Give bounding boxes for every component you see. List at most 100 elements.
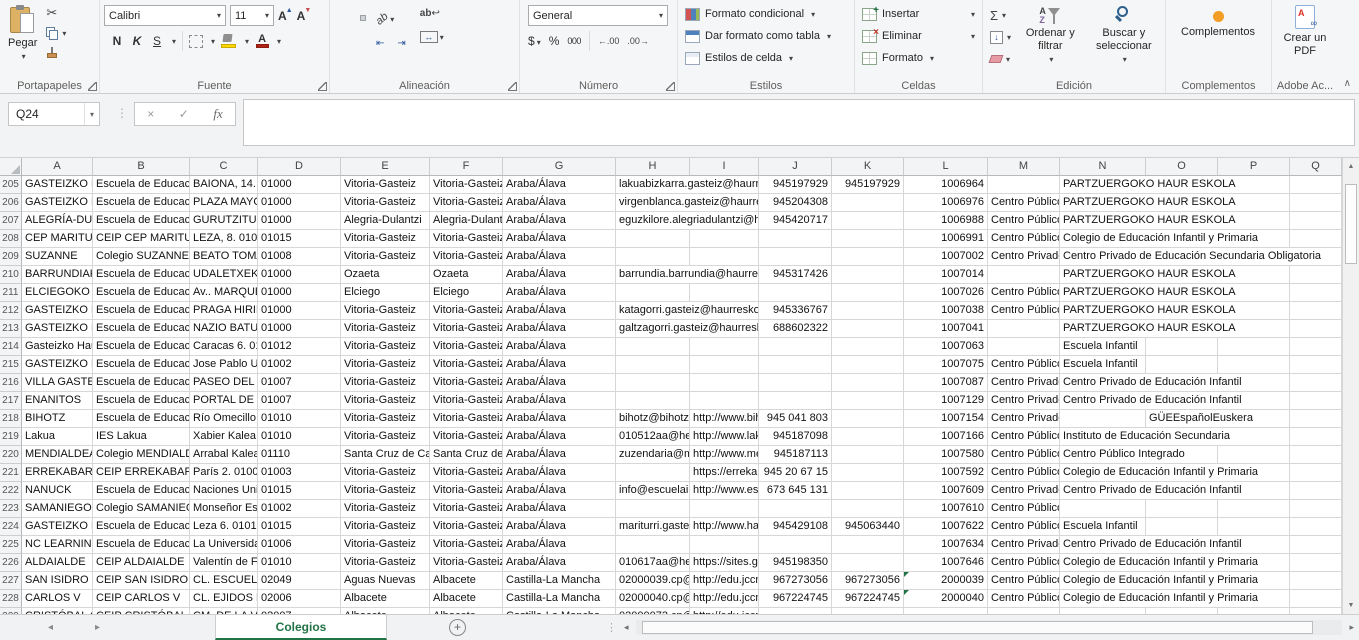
cell-D227[interactable]: 02049 [258, 572, 341, 590]
enter-icon[interactable]: ✓ [179, 107, 189, 121]
cell-P215[interactable] [1218, 356, 1290, 374]
row-header-217[interactable]: 217 [0, 392, 22, 410]
cell-H212[interactable]: katagorri.gasteiz@haurreskola [616, 302, 759, 320]
font-name-select[interactable]: Calibri ▾ [104, 5, 226, 26]
italic-button[interactable]: K [130, 34, 144, 48]
cell-A226[interactable]: ALDAIALDE [22, 554, 93, 572]
cell-J221[interactable]: 945 20 67 15 [759, 464, 832, 482]
row-header-218[interactable]: 218 [0, 410, 22, 428]
cell-N213[interactable]: PARTZUERGOKO HAUR ESKOLA [1060, 320, 1290, 338]
cell-M224[interactable]: Centro Público [988, 518, 1060, 536]
cell-M210[interactable] [988, 266, 1060, 284]
cell-B223[interactable]: Colegio SAMANIEGO [93, 500, 190, 518]
cell-M228[interactable]: Centro Público [988, 590, 1060, 608]
cell-N225[interactable]: Centro Privado de Educación Infantil [1060, 536, 1290, 554]
cell-Q223[interactable] [1290, 500, 1342, 518]
cell-J208[interactable] [759, 230, 832, 248]
create-pdf-button[interactable]: A∞ Crear un PDF [1276, 3, 1334, 60]
cell-H219[interactable]: 010512aa@hea [616, 428, 690, 446]
cell-Q216[interactable] [1290, 374, 1342, 392]
cell-J215[interactable] [759, 356, 832, 374]
cell-C206[interactable]: PLAZA MAYOR [190, 194, 258, 212]
column-header-J[interactable]: J [759, 158, 832, 176]
cell-L226[interactable]: 1007646 [904, 554, 988, 572]
cell-L228[interactable]: 2000040 [904, 590, 988, 608]
cell-E213[interactable]: Vitoria-Gasteiz [341, 320, 430, 338]
cell-F212[interactable]: Vitoria-Gasteiz [430, 302, 503, 320]
cell-H209[interactable] [616, 248, 690, 266]
cell-Q208[interactable] [1290, 230, 1342, 248]
align-left-button[interactable] [334, 41, 340, 47]
column-header-D[interactable]: D [258, 158, 341, 176]
cell-K223[interactable] [832, 500, 904, 518]
number-format-select[interactable]: General ▾ [528, 5, 668, 26]
cell-E217[interactable]: Vitoria-Gasteiz [341, 392, 430, 410]
cell-C211[interactable]: Av.. MARQUÉS [190, 284, 258, 302]
row-header-210[interactable]: 210 [0, 266, 22, 284]
cancel-icon[interactable]: × [147, 107, 154, 121]
cell-K215[interactable] [832, 356, 904, 374]
cell-N229[interactable] [1060, 608, 1146, 614]
cell-K227[interactable]: 967273056 [832, 572, 904, 590]
cell-D205[interactable]: 01000 [258, 176, 341, 194]
hscroll-thumb[interactable] [642, 621, 1314, 634]
cell-P224[interactable] [1218, 518, 1290, 536]
cell-M222[interactable]: Centro Privado [988, 482, 1060, 500]
cell-A225[interactable]: NC LEARNING [22, 536, 93, 554]
cell-I227[interactable]: http://edu.jccm [690, 572, 759, 590]
cell-M218[interactable]: Centro Privado [988, 410, 1060, 428]
cell-I216[interactable] [690, 374, 759, 392]
hscroll-left-arrow[interactable]: ◂ [621, 622, 632, 633]
cell-C222[interactable]: Naciones Unid. [190, 482, 258, 500]
cell-I222[interactable]: http://www.esc [690, 482, 759, 500]
cell-Q224[interactable] [1290, 518, 1342, 536]
cell-K229[interactable] [832, 608, 904, 614]
cell-K205[interactable]: 945197929 [832, 176, 904, 194]
cell-K211[interactable] [832, 284, 904, 302]
cell-Q221[interactable] [1290, 464, 1342, 482]
percent-style-button[interactable]: % [549, 34, 560, 48]
cell-E209[interactable]: Vitoria-Gasteiz [341, 248, 430, 266]
row-header-209[interactable]: 209 [0, 248, 22, 266]
cell-styles-button[interactable]: Estilos de celda ▾ [682, 47, 850, 69]
cell-N217[interactable]: Centro Privado de Educación Infantil [1060, 392, 1290, 410]
cell-E227[interactable]: Aguas Nuevas [341, 572, 430, 590]
cell-E223[interactable]: Vitoria-Gasteiz [341, 500, 430, 518]
cell-E228[interactable]: Albacete [341, 590, 430, 608]
cell-B206[interactable]: Escuela de Educaci [93, 194, 190, 212]
cell-K226[interactable] [832, 554, 904, 572]
horizontal-scrollbar[interactable]: ⋮ ◂ ▸ [606, 615, 1359, 640]
fill-button[interactable]: ↓▾ [987, 27, 1014, 47]
cell-M212[interactable]: Centro Público [988, 302, 1060, 320]
cell-C225[interactable]: La Universidad [190, 536, 258, 554]
clear-button[interactable]: ▾ [987, 49, 1014, 69]
cell-I226[interactable]: https://sites.go [690, 554, 759, 572]
cell-Q217[interactable] [1290, 392, 1342, 410]
cell-J222[interactable]: 673 645 131 [759, 482, 832, 500]
cell-L229[interactable] [904, 608, 988, 614]
cell-N212[interactable]: PARTZUERGOKO HAUR ESKOLA [1060, 302, 1290, 320]
cell-L225[interactable]: 1007634 [904, 536, 988, 554]
cell-N208[interactable]: Colegio de Educación Infantil y Primaria [1060, 230, 1290, 248]
cell-N207[interactable]: PARTZUERGOKO HAUR ESKOLA [1060, 212, 1290, 230]
increase-font-button[interactable]: A▲ [278, 9, 293, 23]
cell-L220[interactable]: 1007580 [904, 446, 988, 464]
cell-L208[interactable]: 1006991 [904, 230, 988, 248]
cell-A220[interactable]: MENDIALDEA [22, 446, 93, 464]
cell-B228[interactable]: CEIP CARLOS V [93, 590, 190, 608]
cell-H220[interactable]: zuzendaria@m [616, 446, 690, 464]
cell-C218[interactable]: Río Omecillo 1. [190, 410, 258, 428]
cell-A210[interactable]: BARRUNDIAKO [22, 266, 93, 284]
increase-decimal-button[interactable]: ←.00 [598, 36, 620, 46]
row-header-222[interactable]: 222 [0, 482, 22, 500]
cell-Q225[interactable] [1290, 536, 1342, 554]
column-header-C[interactable]: C [190, 158, 258, 176]
merge-center-button[interactable]: ↔▾ [417, 28, 447, 46]
cell-N219[interactable]: Instituto de Educación Secundaria [1060, 428, 1290, 446]
cell-C219[interactable]: Xabier Kalea, 1 [190, 428, 258, 446]
row-header-207[interactable]: 207 [0, 212, 22, 230]
cell-F221[interactable]: Vitoria-Gasteiz [430, 464, 503, 482]
cell-N211[interactable]: PARTZUERGOKO HAUR ESKOLA [1060, 284, 1290, 302]
cell-J205[interactable]: 945197929 [759, 176, 832, 194]
collapse-ribbon-button[interactable]: ∧ [1344, 78, 1351, 89]
